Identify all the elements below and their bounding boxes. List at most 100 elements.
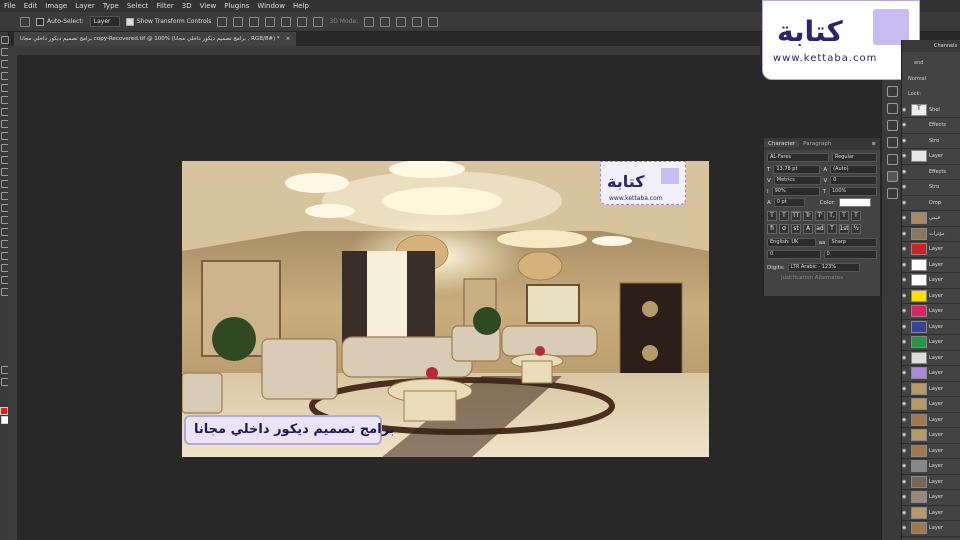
paths-icon[interactable] bbox=[886, 154, 898, 165]
visibility-eye-icon[interactable]: ◉ bbox=[902, 184, 909, 190]
option-b-field[interactable]: 0 bbox=[823, 250, 877, 259]
menu-plugins[interactable]: Plugins bbox=[220, 2, 253, 10]
pan-3d-icon[interactable] bbox=[396, 16, 407, 27]
visibility-eye-icon[interactable]: ◉ bbox=[902, 277, 909, 283]
antialias-select[interactable]: Sharp bbox=[828, 238, 877, 247]
more-options-icon[interactable] bbox=[313, 16, 324, 27]
menu-view[interactable]: View bbox=[196, 2, 221, 10]
swash-button[interactable]: A bbox=[803, 223, 813, 234]
visibility-eye-icon[interactable]: ◉ bbox=[902, 494, 909, 500]
language-select[interactable]: English: UK bbox=[767, 238, 816, 247]
align-middle-icon[interactable] bbox=[281, 16, 292, 27]
show-transform-option[interactable]: Show Transform Controls bbox=[125, 17, 211, 26]
layer-row[interactable]: ◉ Layer bbox=[902, 459, 960, 475]
document-image[interactable]: كتابة www.kettaba.com برامج تصميم ديكور … bbox=[182, 161, 709, 457]
visibility-eye-icon[interactable]: ◉ bbox=[902, 231, 909, 237]
layer-row[interactable]: ◉ Layer bbox=[902, 319, 960, 335]
visibility-eye-icon[interactable]: ◉ bbox=[902, 107, 909, 113]
layer-row[interactable]: ◉ Effects bbox=[902, 118, 960, 134]
digits-select[interactable]: LTR Arabic - 123% bbox=[787, 263, 861, 272]
layer-row[interactable]: ◉ Layer bbox=[902, 350, 960, 366]
visibility-eye-icon[interactable]: ◉ bbox=[902, 200, 909, 206]
menu-help[interactable]: Help bbox=[289, 2, 313, 10]
layer-row[interactable]: ◉ Layer bbox=[902, 366, 960, 382]
subscript-button[interactable]: T, bbox=[827, 210, 837, 221]
paragraph-icon[interactable] bbox=[886, 188, 898, 199]
layer-row[interactable]: ◉ Stro bbox=[902, 180, 960, 196]
document-tab[interactable]: برامج تصميم ديكور داخلي مجانا copy-Recov… bbox=[14, 32, 297, 46]
visibility-eye-icon[interactable]: ◉ bbox=[902, 417, 909, 423]
visibility-eye-icon[interactable]: ◉ bbox=[902, 215, 909, 221]
layer-row[interactable]: ◉ مؤثرات bbox=[902, 226, 960, 242]
swatches-icon[interactable] bbox=[886, 120, 898, 131]
menu-layer[interactable]: Layer bbox=[71, 2, 99, 10]
layer-row[interactable]: ◉ Layer bbox=[902, 149, 960, 165]
visibility-eye-icon[interactable]: ◉ bbox=[902, 246, 909, 252]
layer-row[interactable]: ◉ Layer bbox=[902, 273, 960, 289]
strikethrough-button[interactable]: T bbox=[851, 210, 861, 221]
faux-italic-button[interactable]: T bbox=[779, 210, 789, 221]
adjustments-icon[interactable] bbox=[886, 86, 898, 97]
close-tab-icon[interactable]: × bbox=[286, 32, 291, 46]
all-caps-button[interactable]: TT bbox=[791, 210, 801, 221]
foreground-color-swatch[interactable] bbox=[0, 407, 8, 415]
menu-edit[interactable]: Edit bbox=[20, 2, 42, 10]
layer-row[interactable]: ◉ Layer bbox=[902, 335, 960, 351]
character-icon[interactable] bbox=[886, 171, 898, 182]
orbit-3d-icon[interactable] bbox=[364, 16, 375, 27]
align-center-icon[interactable] bbox=[233, 16, 244, 27]
visibility-eye-icon[interactable]: ◉ bbox=[902, 448, 909, 454]
font-style-select[interactable]: Regular bbox=[831, 153, 877, 162]
menu-3d[interactable]: 3D bbox=[178, 2, 196, 10]
justification-alternates-label[interactable]: Justification Alternates bbox=[781, 275, 843, 281]
layer-row[interactable]: ◉ Layer bbox=[902, 443, 960, 459]
stylistic-alternates-button[interactable]: ad bbox=[815, 223, 825, 234]
visibility-eye-icon[interactable]: ◉ bbox=[902, 386, 909, 392]
layer-row[interactable]: ◉ Layer bbox=[902, 257, 960, 273]
blend-partial-select[interactable]: end bbox=[914, 60, 923, 66]
visibility-eye-icon[interactable]: ◉ bbox=[902, 510, 909, 516]
layer-row[interactable]: ◉ Layer bbox=[902, 242, 960, 258]
roll-3d-icon[interactable] bbox=[380, 16, 391, 27]
show-transform-checkbox[interactable] bbox=[125, 17, 134, 26]
align-left-icon[interactable] bbox=[217, 16, 228, 27]
visibility-eye-icon[interactable]: ◉ bbox=[902, 293, 909, 299]
old-style-button[interactable]: σ bbox=[779, 223, 789, 234]
auto-select-option[interactable]: Auto-Select: bbox=[36, 17, 84, 26]
layer-row[interactable]: ◉ Drop bbox=[902, 195, 960, 211]
visibility-eye-icon[interactable]: ◉ bbox=[902, 138, 909, 144]
photo-caption-box[interactable]: برامج تصميم ديكور داخلي مجانا bbox=[184, 415, 395, 445]
layer-row[interactable]: ◉ Layer bbox=[902, 288, 960, 304]
tab-paragraph[interactable]: Paragraph bbox=[799, 141, 835, 147]
align-bottom-icon[interactable] bbox=[297, 16, 308, 27]
layer-row[interactable]: ◉ Layer bbox=[902, 505, 960, 521]
menu-file[interactable]: File bbox=[0, 2, 20, 10]
visibility-eye-icon[interactable]: ◉ bbox=[902, 401, 909, 407]
ordinals-button[interactable]: 1st bbox=[839, 223, 849, 234]
panel-menu-icon[interactable]: ≡ bbox=[867, 141, 880, 147]
visibility-eye-icon[interactable]: ◉ bbox=[902, 355, 909, 361]
visibility-eye-icon[interactable]: ◉ bbox=[902, 463, 909, 469]
menu-filter[interactable]: Filter bbox=[152, 2, 177, 10]
ligatures-button[interactable]: fi bbox=[767, 223, 777, 234]
layer-row[interactable]: ◉ Layer bbox=[902, 412, 960, 428]
font-family-select[interactable]: AL-Fares bbox=[767, 153, 829, 162]
visibility-eye-icon[interactable]: ◉ bbox=[902, 339, 909, 345]
small-caps-button[interactable]: Tr bbox=[803, 210, 813, 221]
faux-bold-button[interactable]: T bbox=[767, 210, 777, 221]
tracking-field[interactable]: 0 bbox=[830, 176, 877, 185]
blend-mode-select[interactable]: Normal bbox=[908, 76, 926, 82]
visibility-eye-icon[interactable]: ◉ bbox=[902, 479, 909, 485]
visibility-eye-icon[interactable]: ◉ bbox=[902, 432, 909, 438]
horizontal-scale-field[interactable]: 100% bbox=[829, 187, 877, 196]
layer-row[interactable]: ◉ Layer bbox=[902, 474, 960, 490]
option-a-field[interactable]: 0 bbox=[767, 250, 821, 259]
baseline-shift-field[interactable]: 0 pt bbox=[773, 198, 805, 207]
tab-channels[interactable]: Channels bbox=[934, 43, 957, 49]
layer-row[interactable]: ◉ Effects bbox=[902, 164, 960, 180]
layer-row[interactable]: ◉ قيمي bbox=[902, 211, 960, 227]
menu-type[interactable]: Type bbox=[99, 2, 123, 10]
layer-row[interactable]: ◉ Layer bbox=[902, 428, 960, 444]
align-top-icon[interactable] bbox=[265, 16, 276, 27]
layer-select-dropdown[interactable]: Layer bbox=[89, 16, 120, 27]
